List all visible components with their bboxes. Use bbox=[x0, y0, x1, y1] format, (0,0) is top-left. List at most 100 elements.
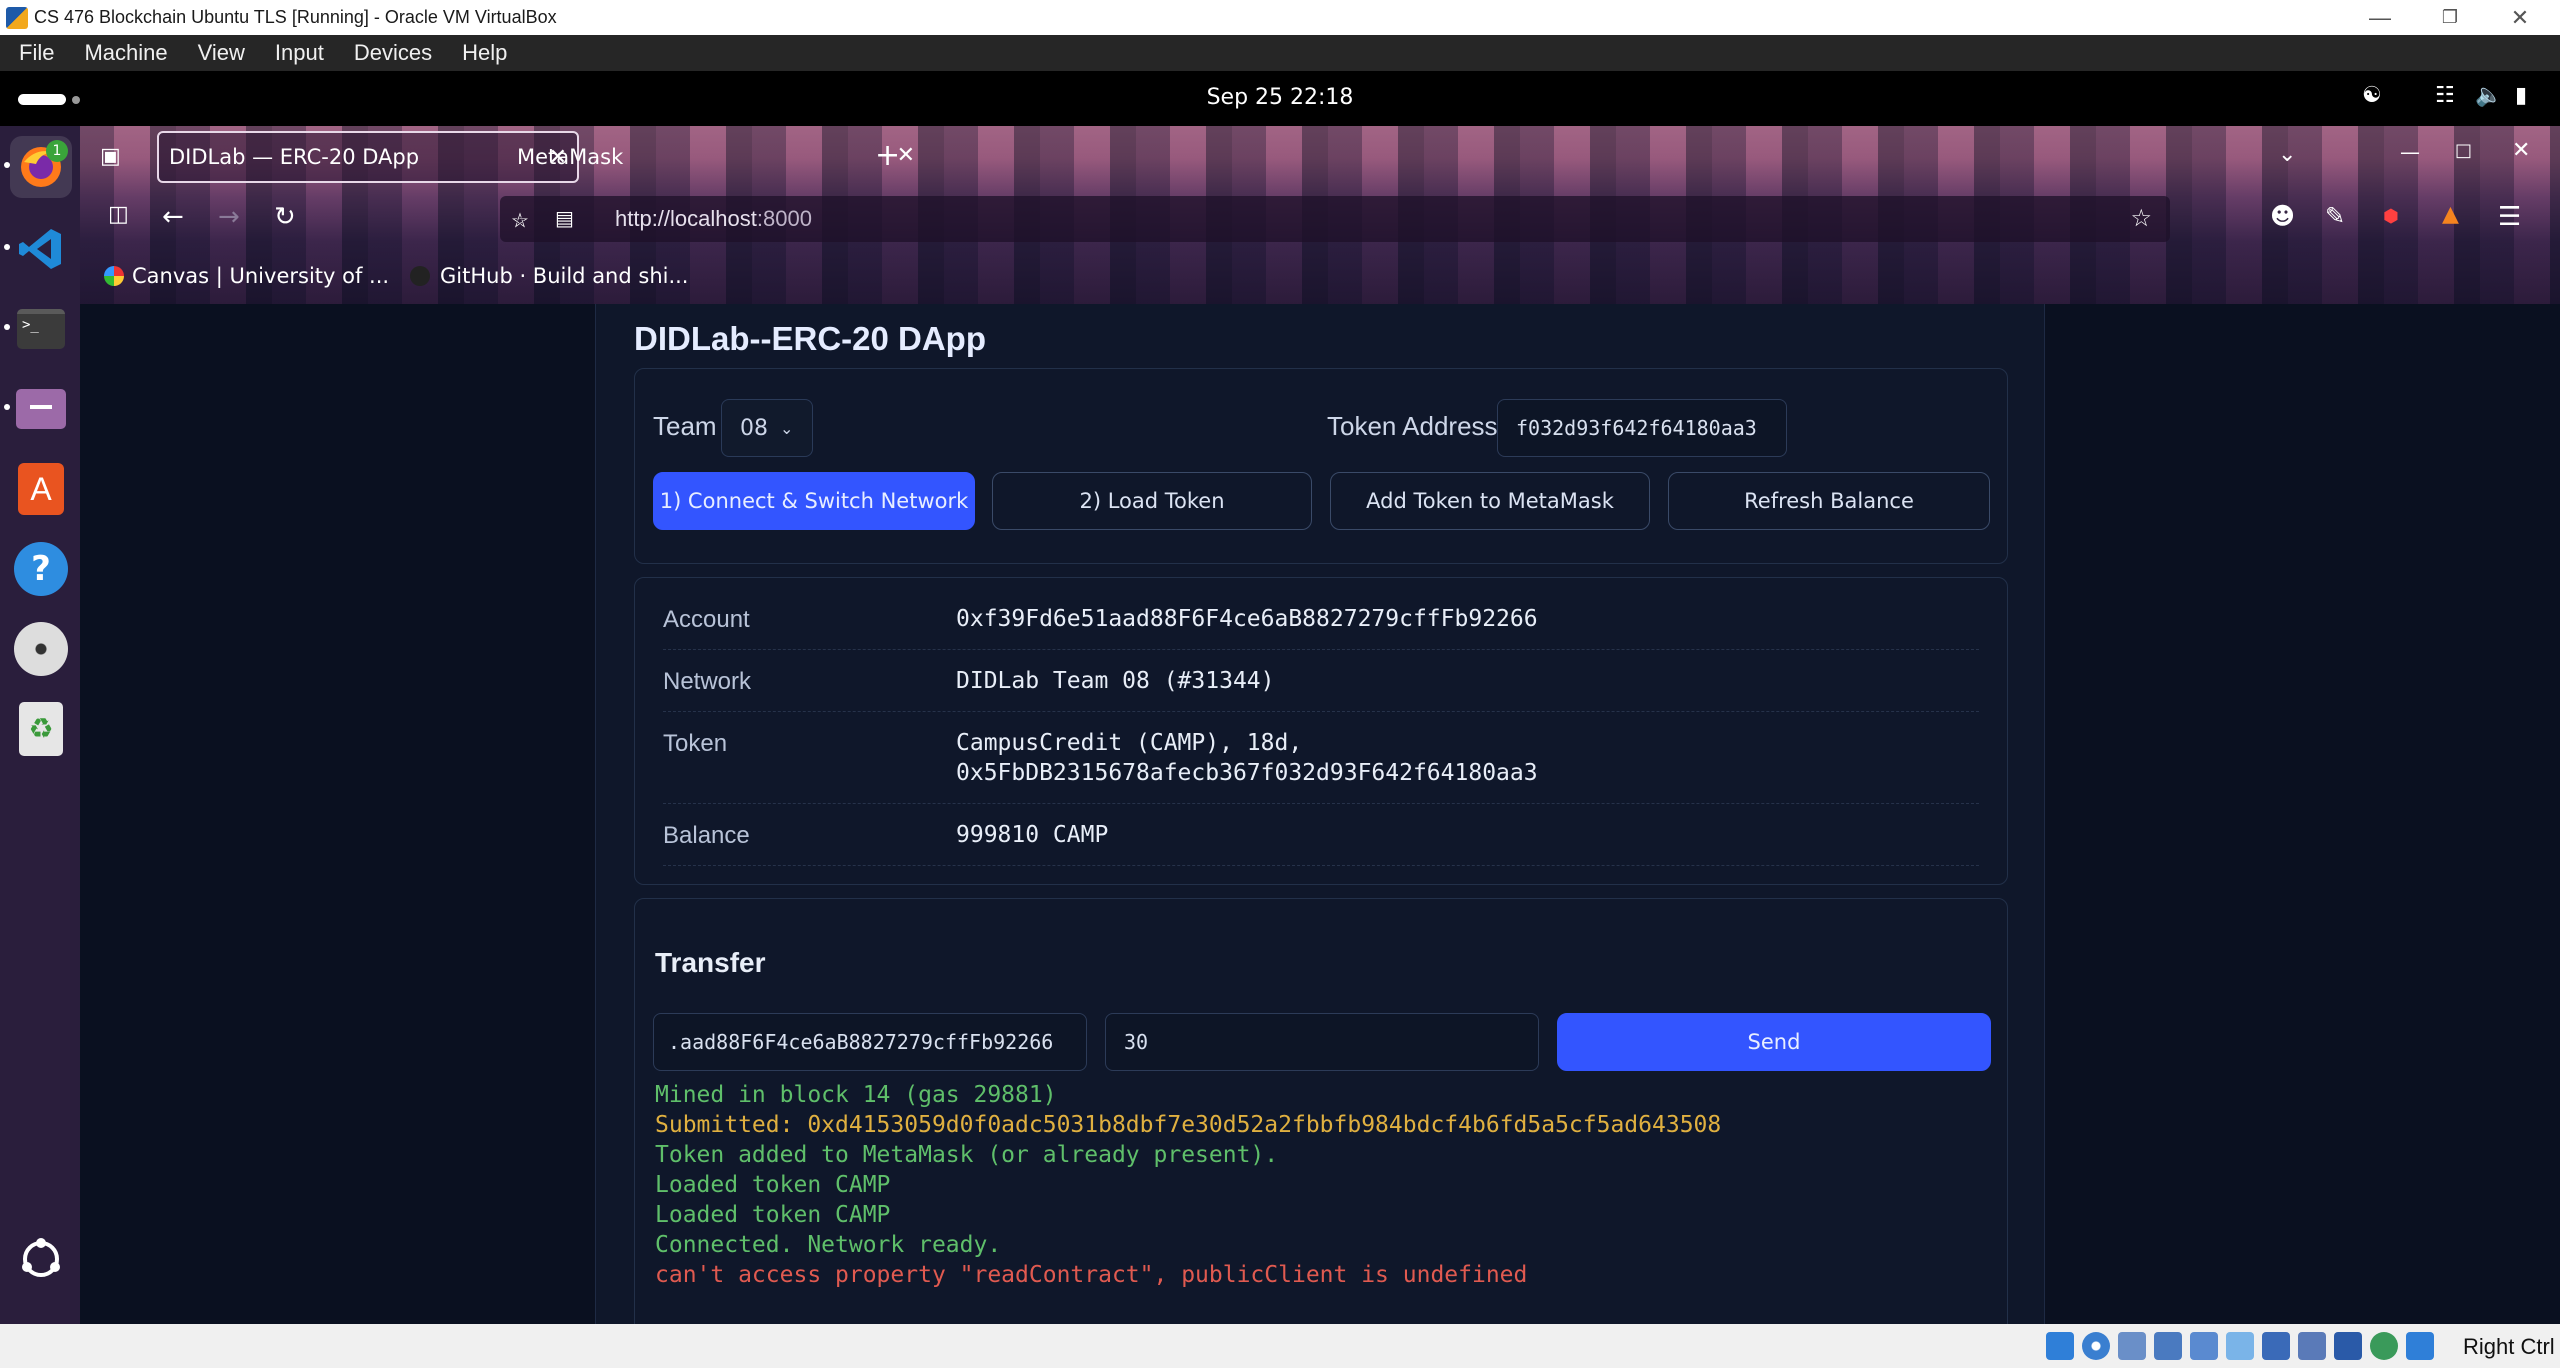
guest-additions-icon[interactable] bbox=[2370, 1332, 2398, 1360]
back-icon[interactable]: ← bbox=[162, 202, 184, 232]
menu-input[interactable]: Input bbox=[256, 40, 335, 66]
hard-disk-icon[interactable] bbox=[2046, 1332, 2074, 1360]
usb-icon[interactable] bbox=[2190, 1332, 2218, 1360]
files-icon[interactable] bbox=[4, 378, 72, 440]
menu-view[interactable]: View bbox=[179, 40, 256, 66]
transfer-panel: Transfer .aad88F6F4ce6aB8827279cffFb9226… bbox=[634, 898, 2008, 1324]
shared-folders-icon[interactable] bbox=[2226, 1332, 2254, 1360]
log-line: Mined in block 14 (gas 29881) bbox=[655, 1082, 1057, 1108]
account-value: 0xf39Fd6e51aad88F6F4ce6aB8827279cffFb922… bbox=[956, 606, 1538, 632]
shield-icon[interactable]: ⛦ bbox=[512, 208, 528, 232]
url-text[interactable]: http://localhost:8000 bbox=[615, 206, 812, 232]
dapp-container: DIDLab--ERC-20 DApp Team 08 ⌄ Token Addr… bbox=[595, 304, 2045, 1324]
close-window-icon[interactable]: ✕ bbox=[2485, 0, 2555, 35]
restore-icon[interactable]: ❐ bbox=[2415, 0, 2485, 35]
network-icon[interactable]: ☷ bbox=[2435, 83, 2455, 108]
accessibility-icon[interactable]: ☯ bbox=[2362, 83, 2382, 108]
chevron-down-icon[interactable]: ⌄ bbox=[2278, 142, 2296, 167]
menu-file[interactable]: File bbox=[0, 40, 65, 66]
canvas-icon bbox=[104, 266, 124, 286]
display-icon[interactable] bbox=[2262, 1332, 2290, 1360]
log-line: can't access property "readContract", pu… bbox=[655, 1262, 1528, 1288]
optical-drive-icon[interactable] bbox=[2082, 1332, 2110, 1360]
running-indicator bbox=[4, 162, 10, 168]
minimize-icon[interactable]: — bbox=[2400, 140, 2420, 164]
url-bar[interactable]: ⛦ ▤ http://localhost:8000 ☆ bbox=[500, 196, 2170, 242]
transfer-heading: Transfer bbox=[655, 947, 766, 978]
mouse-integration-icon[interactable] bbox=[2406, 1332, 2434, 1360]
volume-icon[interactable]: 🔈 bbox=[2475, 83, 2502, 108]
balance-value: 999810 CAMP bbox=[956, 822, 1109, 848]
help-icon[interactable]: ? bbox=[10, 538, 72, 600]
terminal-icon[interactable]: >_ bbox=[4, 298, 72, 360]
minimize-icon[interactable]: — bbox=[2345, 0, 2415, 35]
host-key-label: Right Ctrl bbox=[2463, 1334, 2555, 1359]
menu-machine[interactable]: Machine bbox=[65, 40, 178, 66]
load-token-button[interactable]: 2) Load Token bbox=[992, 472, 1312, 530]
vt-x-icon[interactable] bbox=[2334, 1332, 2362, 1360]
window-title: CS 476 Blockchain Ubuntu TLS [Running] -… bbox=[34, 7, 557, 27]
log-line: Token added to MetaMask (or already pres… bbox=[655, 1142, 1279, 1168]
recording-icon[interactable] bbox=[2298, 1332, 2326, 1360]
vbox-status-bar: Right Ctrl bbox=[0, 1324, 2560, 1368]
team-label: Team bbox=[653, 411, 717, 441]
trash-icon[interactable]: ♻ bbox=[10, 698, 72, 760]
team-select[interactable]: 08 ⌄ bbox=[721, 399, 813, 457]
disc-icon[interactable] bbox=[10, 618, 72, 680]
tab-label: DIDLab — ERC-20 DApp bbox=[169, 145, 420, 169]
balance-label: Balance bbox=[663, 822, 750, 849]
clock[interactable]: Sep 25 22:18 bbox=[0, 85, 2560, 110]
battery-icon[interactable]: ▮ bbox=[2515, 83, 2527, 108]
network-label: Network bbox=[663, 668, 752, 695]
connect-switch-network-button[interactable]: 1) Connect & Switch Network bbox=[653, 472, 975, 530]
hamburger-menu-icon[interactable]: ☰ bbox=[2498, 202, 2521, 232]
bookmark-github[interactable]: GitHub · Build and shi... bbox=[410, 264, 688, 288]
menu-devices[interactable]: Devices bbox=[335, 40, 443, 66]
vscode-icon[interactable] bbox=[4, 218, 72, 280]
tab-label: MetaMask bbox=[517, 145, 624, 169]
virtualbox-icon bbox=[6, 6, 28, 29]
refresh-balance-button[interactable]: Refresh Balance bbox=[1668, 472, 1990, 530]
bookmark-star-icon[interactable]: ☆ bbox=[2130, 204, 2152, 232]
extensions-icon[interactable]: ✎ bbox=[2325, 202, 2345, 230]
audio-icon[interactable] bbox=[2118, 1332, 2146, 1360]
reload-icon[interactable]: ↻ bbox=[274, 202, 296, 232]
network-adapter-icon[interactable] bbox=[2154, 1332, 2182, 1360]
new-tab-button[interactable]: + bbox=[875, 138, 900, 173]
recipient-input[interactable]: .aad88F6F4ce6aB8827279cffFb92266 bbox=[653, 1013, 1087, 1071]
token-label: Token bbox=[663, 730, 728, 757]
sidebar-icon[interactable]: ◫ bbox=[108, 202, 129, 227]
amount-input[interactable]: 30 bbox=[1105, 1013, 1539, 1071]
info-panel: Account 0xf39Fd6e51aad88F6F4ce6aB8827279… bbox=[634, 577, 2008, 885]
navigation-bar: ◫ ← → ↻ ⛦ ▤ http://localhost:8000 ☆ ☻ ✎ … bbox=[80, 188, 2560, 252]
menu-help[interactable]: Help bbox=[443, 40, 518, 66]
bookmark-canvas[interactable]: Canvas | University of ... bbox=[104, 264, 389, 288]
log-line: Loaded token CAMP bbox=[655, 1202, 891, 1228]
tab-metamask[interactable]: MetaMask ✕ bbox=[507, 131, 925, 183]
forward-icon[interactable]: → bbox=[218, 202, 240, 232]
ubuntu-dock: 1 >_ A ? ♻ bbox=[0, 126, 80, 1324]
token-address-input[interactable]: f032d93f642f64180aa3 bbox=[1497, 399, 1787, 457]
token-row: Token CampusCredit (CAMP), 18d, 0x5FbDB2… bbox=[663, 712, 1979, 804]
close-window-icon[interactable]: ✕ bbox=[2512, 138, 2530, 163]
vbox-title-bar: CS 476 Blockchain Ubuntu TLS [Running] -… bbox=[0, 0, 2560, 35]
app-center-icon[interactable]: A bbox=[10, 458, 72, 520]
log-line: Connected. Network ready. bbox=[655, 1232, 1002, 1258]
ublock-icon[interactable]: ⬢ bbox=[2383, 206, 2399, 227]
github-icon bbox=[410, 266, 430, 286]
tab-bar: ▣ DIDLab — ERC-20 DApp ✕ MetaMask ✕ + ⌄ … bbox=[80, 126, 2560, 188]
account-row: Account 0xf39Fd6e51aad88F6F4ce6aB8827279… bbox=[663, 588, 1979, 650]
maximize-icon[interactable]: □ bbox=[2455, 140, 2472, 161]
show-apps-icon[interactable] bbox=[10, 1228, 72, 1290]
page-content: DIDLab--ERC-20 DApp Team 08 ⌄ Token Addr… bbox=[80, 304, 2560, 1324]
running-indicator bbox=[4, 324, 10, 330]
firefox-view-icon[interactable]: ▣ bbox=[100, 144, 121, 169]
page-icon: ▤ bbox=[555, 206, 574, 230]
account-icon[interactable]: ☻ bbox=[2270, 202, 2295, 230]
metamask-fox-icon[interactable]: ▲ bbox=[2442, 202, 2459, 227]
network-value: DIDLab Team 08 (#31344) bbox=[956, 668, 1275, 694]
add-token-to-metamask-button[interactable]: Add Token to MetaMask bbox=[1330, 472, 1650, 530]
send-button[interactable]: Send bbox=[1557, 1013, 1991, 1071]
page-title: DIDLab--ERC-20 DApp bbox=[634, 320, 986, 357]
firefox-icon[interactable]: 1 bbox=[4, 136, 72, 198]
